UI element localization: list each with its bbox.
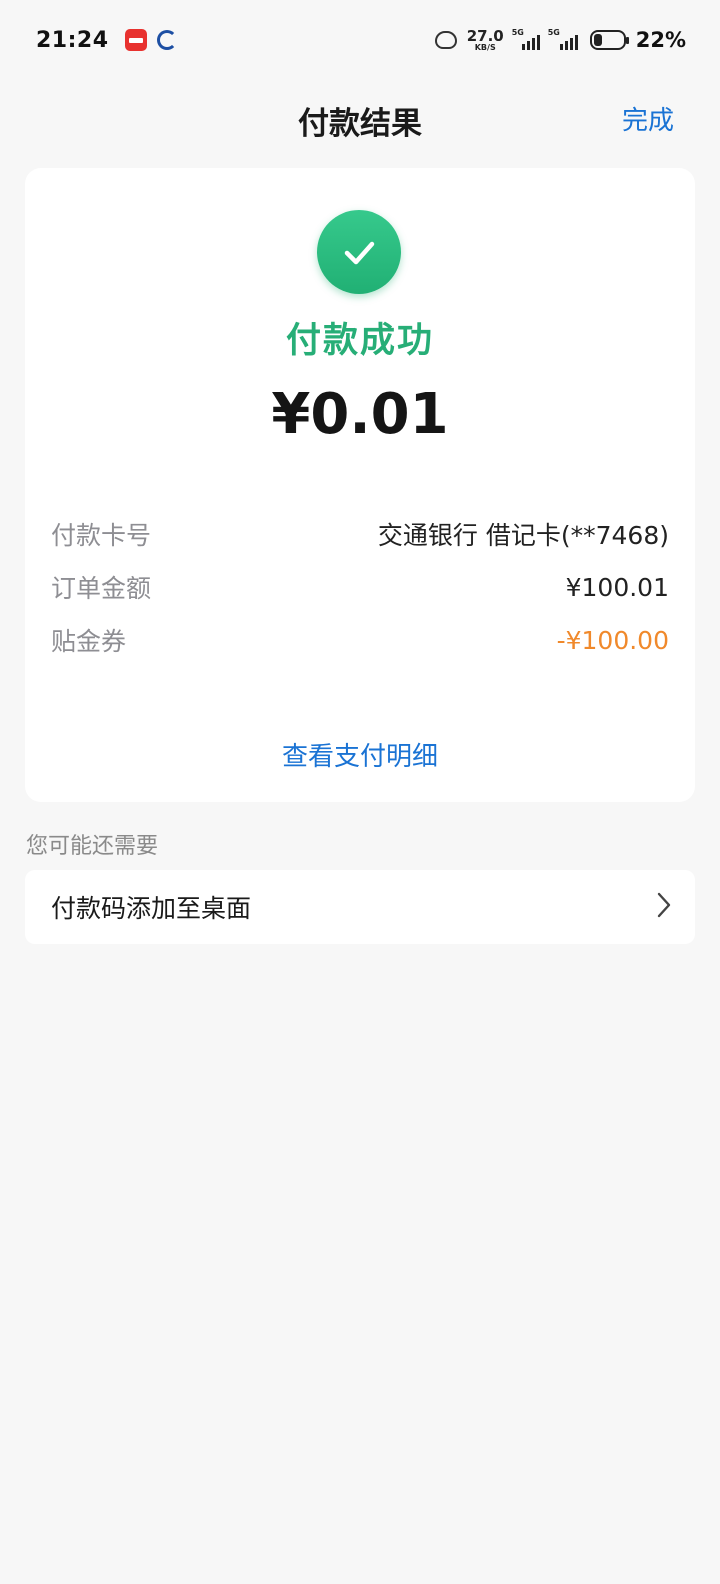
detail-label: 订单金额	[51, 574, 152, 603]
detail-row-coupon: 贴金券 -¥100.00	[51, 620, 669, 660]
page-header: 付款结果 完成	[0, 80, 720, 156]
bank-app-notification-icon	[156, 30, 177, 50]
done-button[interactable]: 完成	[622, 100, 674, 137]
network-speed-value: 27.0	[466, 26, 504, 45]
cat-icon	[434, 31, 457, 49]
detail-value-discount: -¥100.00	[556, 625, 669, 655]
network-speed-unit: KB/S	[474, 42, 496, 52]
signal-sim1-icon: 5G	[511, 28, 540, 50]
detail-row-order-amount: 订单金额 ¥100.01	[51, 567, 669, 607]
page-title: 付款结果	[298, 106, 422, 142]
payment-status-text: 付款成功	[285, 321, 434, 361]
add-pay-code-to-desktop-item[interactable]: 付款码添加至桌面	[25, 870, 695, 944]
payment-amount: ¥0.01	[271, 382, 449, 447]
detail-label: 付款卡号	[51, 521, 152, 550]
battery-percent: 22%	[635, 28, 686, 52]
detail-label: 贴金券	[51, 627, 127, 656]
status-bar: 21:24 27.0 KB/S 5G 5G 22%	[0, 0, 720, 80]
chevron-right-icon	[655, 890, 673, 924]
suggestion-label: 付款码添加至桌面	[51, 894, 252, 923]
signal-sim2-icon: 5G	[547, 28, 580, 50]
detail-row-card-number: 付款卡号 交通银行 借记卡(**7468)	[51, 514, 669, 554]
success-check-icon	[317, 210, 401, 294]
suggestions-section-title: 您可能还需要	[26, 834, 159, 859]
detail-value: 交通银行 借记卡(**7468)	[377, 521, 669, 550]
sim1-network-type: 5G	[511, 28, 524, 37]
network-speed: 27.0 KB/S	[466, 26, 504, 52]
battery-icon	[589, 30, 629, 50]
status-left: 21:24	[36, 28, 177, 53]
view-payment-detail-link[interactable]: 查看支付明细	[25, 736, 695, 773]
status-right: 27.0 KB/S 5G 5G 22%	[434, 26, 686, 52]
sim2-network-type: 5G	[547, 28, 560, 37]
payment-result-card: 付款成功 ¥0.01 付款卡号 交通银行 借记卡(**7468) 订单金额 ¥1…	[25, 168, 695, 802]
shopping-app-notification-icon	[124, 29, 147, 51]
status-time: 21:24	[36, 27, 109, 53]
detail-value: ¥100.01	[565, 572, 669, 602]
